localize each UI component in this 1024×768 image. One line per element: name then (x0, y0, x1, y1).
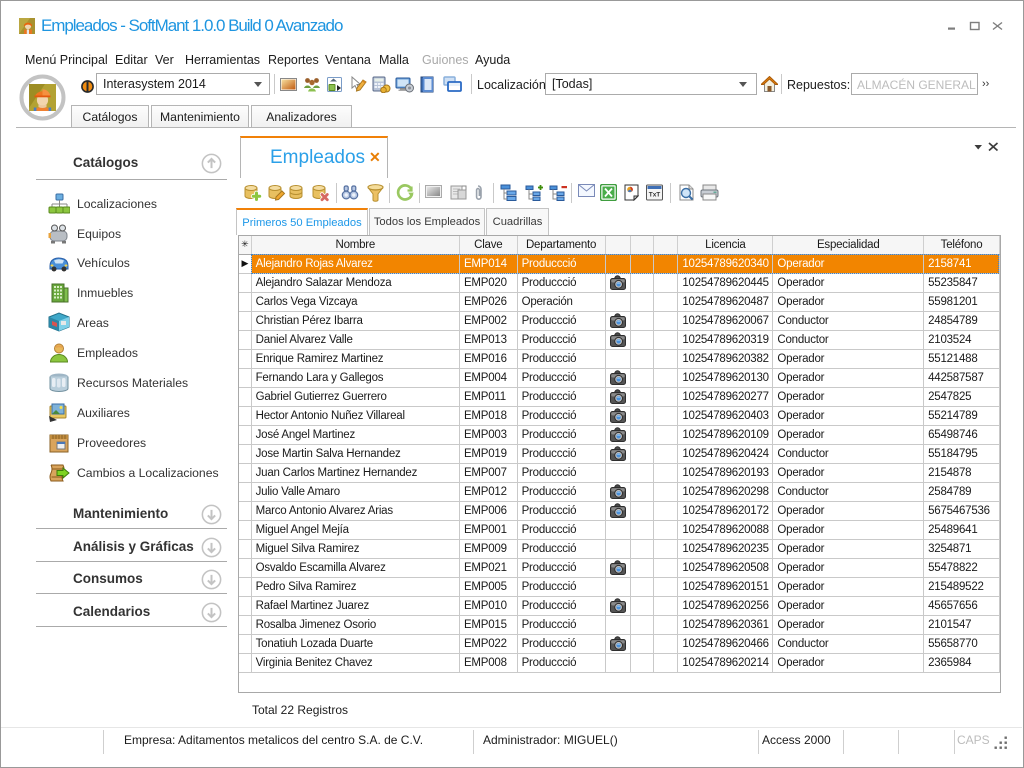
svg-text:TxT: TxT (649, 192, 661, 199)
